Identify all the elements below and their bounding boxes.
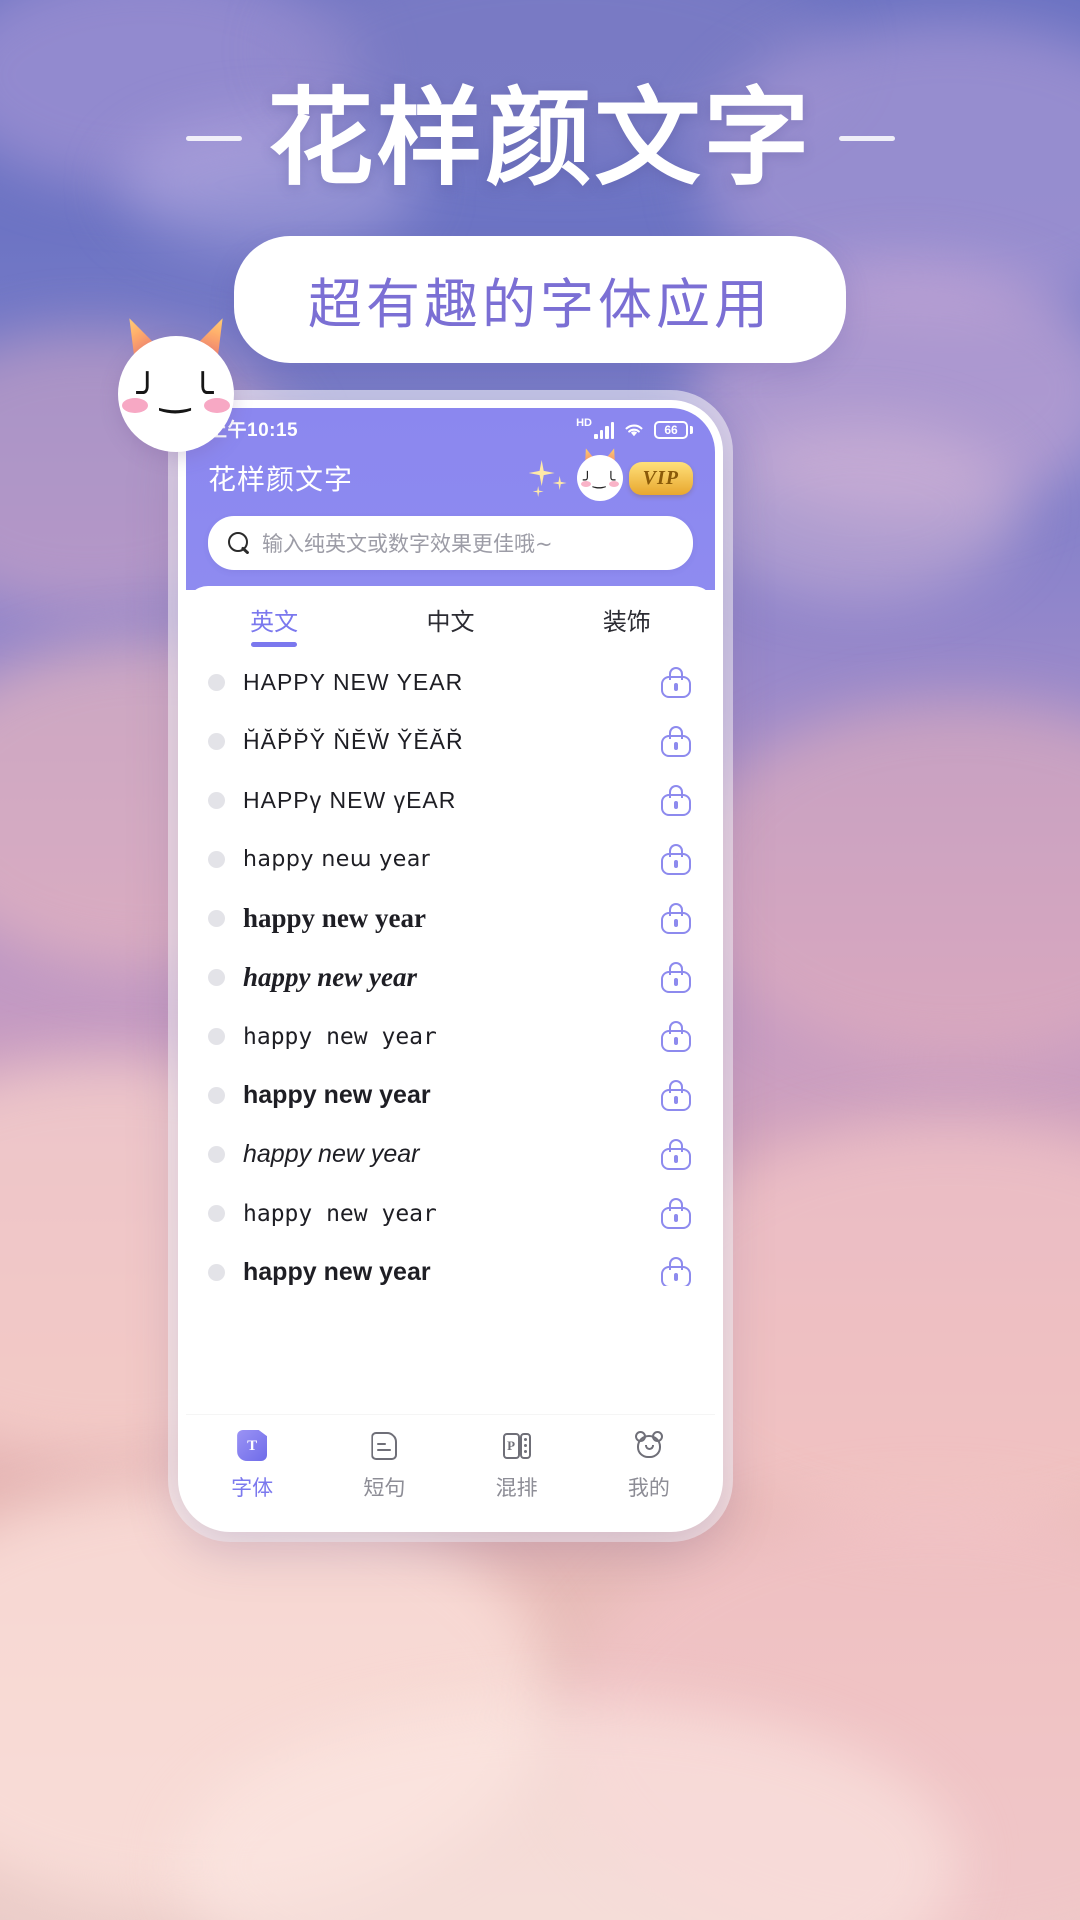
lock-icon[interactable] <box>661 667 691 698</box>
hero-title-row: 花样颜文字 <box>0 78 1080 200</box>
row-radio-dot[interactable] <box>208 674 225 691</box>
mascot-character: ╯‿╰ <box>118 336 234 452</box>
lock-icon[interactable] <box>661 1080 691 1111</box>
lock-icon[interactable] <box>661 903 691 934</box>
search-bar[interactable]: 输入纯英文或数字效果更佳哦~ <box>208 516 693 570</box>
font-sample-text: H̆ĂP̆P̆Y̆ N̆ĔW̆ Y̆ĔĂR̆ <box>243 728 464 754</box>
tab-active-underline <box>251 642 298 647</box>
nav-item-font[interactable]: T 字体 <box>186 1429 318 1502</box>
row-radio-dot[interactable] <box>208 1146 225 1163</box>
font-list[interactable]: HAPPY NEW YEAR H̆ĂP̆P̆Y̆ N̆ĔW̆ Y̆ĔĂR̆ HAPP… <box>186 649 715 1286</box>
category-tabs: 英文 中文 装饰 <box>186 586 715 649</box>
font-list-row[interactable]: happy new year <box>186 1243 715 1286</box>
font-sample-text: happy new year <box>243 1140 420 1168</box>
hero-section: 花样颜文字 超有趣的字体应用 <box>0 0 1080 363</box>
signal-bars-icon <box>594 421 614 439</box>
header-right-group: ╯‿╰ VIP <box>523 454 693 502</box>
decorative-dash-left <box>185 136 242 142</box>
row-radio-dot[interactable] <box>208 792 225 809</box>
font-sample-text: happy new year <box>243 1081 431 1109</box>
tab-label: 英文 <box>250 608 299 636</box>
font-list-row[interactable]: HAPPY NEW YEAR <box>186 653 715 712</box>
nav-label: 短句 <box>363 1476 406 1500</box>
cloud <box>700 420 1020 600</box>
font-list-row[interactable]: HAPPγ NEW γEAR <box>186 771 715 830</box>
lock-icon[interactable] <box>661 726 691 757</box>
nav-label: 混排 <box>495 1476 538 1500</box>
row-radio-dot[interactable] <box>208 733 225 750</box>
bottom-navigation: T 字体 短句 P 混排 我的 <box>186 1414 715 1524</box>
cellular-signal-icon: HD <box>576 416 614 439</box>
lock-icon[interactable] <box>661 785 691 816</box>
lock-icon[interactable] <box>661 1257 691 1286</box>
lock-icon[interactable] <box>661 844 691 875</box>
hd-label: HD <box>576 416 592 429</box>
decorative-dash-right <box>838 136 895 142</box>
row-radio-dot[interactable] <box>208 969 225 986</box>
row-radio-dot[interactable] <box>208 1087 225 1104</box>
profile-bear-icon <box>632 1429 666 1463</box>
wifi-icon <box>625 423 643 436</box>
page-title: 花样颜文字 <box>267 77 813 200</box>
row-radio-dot[interactable] <box>208 910 225 927</box>
mix-layout-icon: P <box>500 1429 534 1463</box>
battery-icon: 66 <box>654 420 693 439</box>
font-sample-text: happy neɯ year <box>243 847 431 872</box>
font-sample-text: happy new year <box>243 903 427 933</box>
vip-badge[interactable]: VIP <box>628 461 693 495</box>
font-list-row[interactable]: happy new year <box>186 889 715 948</box>
nav-label: 字体 <box>231 1476 274 1500</box>
search-wrap: 输入纯英文或数字效果更佳哦~ <box>186 516 715 590</box>
font-sample-text: happy new year <box>243 1023 437 1050</box>
tab-chinese[interactable]: 中文 <box>362 602 538 649</box>
nav-label: 我的 <box>627 1476 670 1500</box>
lock-icon[interactable] <box>661 1198 691 1229</box>
battery-cap <box>690 425 693 434</box>
nav-item-phrase[interactable]: 短句 <box>318 1429 450 1502</box>
font-list-row[interactable]: H̆ĂP̆P̆Y̆ N̆ĔW̆ Y̆ĔĂR̆ <box>186 712 715 771</box>
lock-icon[interactable] <box>661 962 691 993</box>
row-radio-dot[interactable] <box>208 1028 225 1045</box>
phone-screen: 上午10:15 HD 66 花样颜文字 ╯‿╰ VIP 输入纯英文或数字效果更佳… <box>186 408 715 1524</box>
hero-subtitle: 超有趣的字体应用 <box>234 235 846 363</box>
row-radio-dot[interactable] <box>208 1205 225 1222</box>
font-sample-text: HAPPY NEW YEAR <box>243 669 464 695</box>
tab-english[interactable]: 英文 <box>186 602 362 649</box>
lock-icon[interactable] <box>661 1139 691 1170</box>
app-top-section: 上午10:15 HD 66 花样颜文字 ╯‿╰ VIP 输入纯英文或数字效果更佳… <box>186 408 715 590</box>
font-list-row[interactable]: happy new year <box>186 1066 715 1125</box>
search-input[interactable]: 输入纯英文或数字效果更佳哦~ <box>262 528 553 558</box>
status-bar: 上午10:15 HD 66 <box>186 408 715 448</box>
font-icon: T <box>235 1429 269 1463</box>
font-list-row[interactable]: happy neɯ year <box>186 830 715 889</box>
font-sample-text: HAPPγ NEW γEAR <box>243 787 457 813</box>
tab-label: 中文 <box>426 608 475 636</box>
font-list-row[interactable]: happy new year <box>186 948 715 1007</box>
phrase-icon <box>367 1429 401 1463</box>
mascot-face-big: ╯‿╰ <box>136 373 216 414</box>
app-title: 花样颜文字 <box>208 463 354 496</box>
battery-level: 66 <box>654 420 688 439</box>
status-bar-indicators: HD 66 <box>576 416 693 439</box>
font-sample-text: happy new year <box>243 1258 431 1286</box>
mascot-avatar-icon[interactable]: ╯‿╰ <box>576 455 623 501</box>
row-radio-dot[interactable] <box>208 1264 225 1281</box>
app-header: 花样颜文字 ╯‿╰ VIP <box>186 448 715 516</box>
mascot-face: ╯‿╰ <box>582 472 617 489</box>
font-list-row[interactable]: happy new year <box>186 1007 715 1066</box>
lock-icon[interactable] <box>661 1021 691 1052</box>
font-list-row[interactable]: happy new year <box>186 1125 715 1184</box>
sparkle-icon <box>523 454 571 502</box>
search-icon <box>228 532 250 554</box>
tab-decoration[interactable]: 装饰 <box>539 602 715 649</box>
tab-label: 装饰 <box>602 608 651 636</box>
font-list-row[interactable]: happy new year <box>186 1184 715 1243</box>
row-radio-dot[interactable] <box>208 851 225 868</box>
nav-item-profile[interactable]: 我的 <box>583 1429 715 1502</box>
font-sample-text: happy new year <box>243 962 417 992</box>
font-sample-text: happy new year <box>243 1200 437 1227</box>
nav-item-mix-layout[interactable]: P 混排 <box>451 1429 583 1502</box>
phone-mockup: 上午10:15 HD 66 花样颜文字 ╯‿╰ VIP 输入纯英文或数字效果更佳… <box>178 400 723 1532</box>
